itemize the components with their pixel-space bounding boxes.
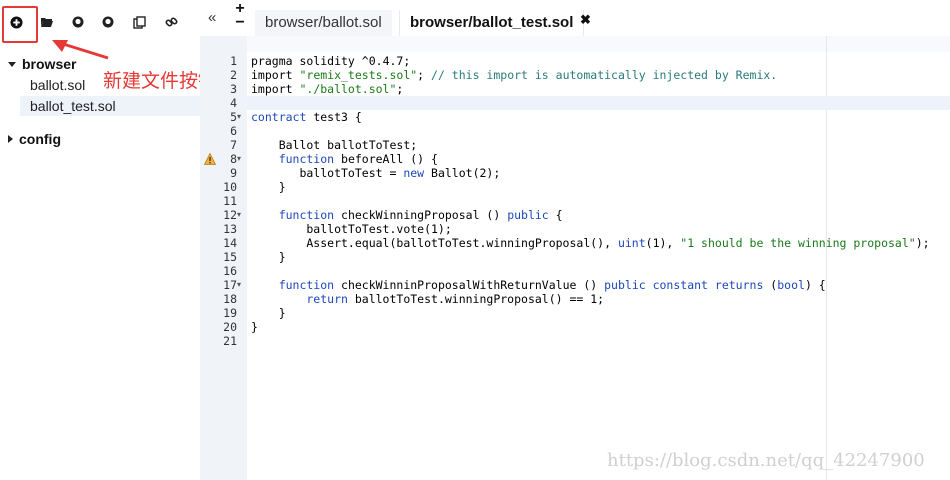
file-label: ballot_test.sol: [30, 98, 116, 114]
code-line: Ballot ballotToTest;: [251, 138, 418, 152]
fold-chevron-icon[interactable]: ▾: [237, 208, 245, 222]
github-icon: [102, 16, 114, 28]
line-number: 10: [223, 180, 237, 194]
current-line-highlight: [247, 96, 950, 110]
warning-icon[interactable]: [204, 153, 216, 165]
code-line: }: [251, 250, 286, 264]
code-line: Assert.equal(ballotToTest.winningProposa…: [251, 236, 930, 250]
code-editor[interactable]: pragma solidity ^0.4.7; import "remix_tes…: [247, 36, 950, 480]
code-line: }: [251, 180, 286, 194]
code-line: ballotToTest = new Ballot(2);: [251, 166, 501, 180]
fold-chevron-icon[interactable]: ▾: [237, 278, 245, 292]
font-size-controls: + −: [233, 1, 247, 31]
file-explorer-sidebar: 新建文件按钮 browser ballot.sol ballot_test.so…: [0, 0, 217, 480]
open-local-file-button[interactable]: [37, 12, 57, 32]
copy-icon: [132, 15, 146, 29]
copy-files-button[interactable]: [129, 12, 149, 32]
file-label: ballot.sol: [30, 77, 86, 93]
line-number: 14: [223, 236, 237, 250]
watermark: https://blog.csdn.net/qq_42247900: [607, 450, 925, 471]
line-number: 16: [223, 264, 237, 278]
collapse-panel-button[interactable]: «: [208, 9, 216, 26]
line-number: 7: [230, 138, 237, 152]
line-number: 9: [230, 166, 237, 180]
connect-localhost-button[interactable]: [161, 12, 181, 32]
line-number: 5: [230, 110, 237, 124]
editor-pane: « + − browser/ballot.sol browser/ballot_…: [200, 0, 950, 480]
tab-ballot-sol[interactable]: browser/ballot.sol: [255, 10, 392, 36]
line-number: 11: [223, 194, 237, 208]
line-number: 15: [223, 250, 237, 264]
code-line: contract test3 {: [251, 110, 362, 124]
code-line: function checkWinningProposal () public …: [251, 208, 563, 222]
line-number: 20: [223, 320, 237, 334]
line-number: 6: [230, 124, 237, 138]
code-line: pragma solidity ^0.4.7;: [251, 54, 411, 68]
folder-label: browser: [22, 56, 77, 72]
close-tab-icon[interactable]: ✖: [580, 12, 591, 28]
folder-label: config: [19, 131, 61, 147]
code-line: function checkWinninProposalWithReturnVa…: [251, 278, 826, 292]
code-line: }: [251, 306, 286, 320]
code-line: import "./ballot.sol";: [251, 82, 404, 96]
tree-file-ballot[interactable]: ballot.sol: [20, 75, 200, 95]
caret-right-icon: [8, 135, 13, 143]
code-line: ballotToTest.vote(1);: [251, 222, 452, 236]
update-gist-button[interactable]: [98, 12, 118, 32]
line-number: 18: [223, 292, 237, 306]
tree-folder-browser[interactable]: browser: [8, 56, 76, 72]
line-number: 3: [230, 82, 237, 96]
publish-gist-button[interactable]: [68, 12, 88, 32]
code-line: function beforeAll () {: [251, 152, 438, 166]
fold-chevron-icon[interactable]: ▾: [237, 152, 245, 166]
line-number: 19: [223, 306, 237, 320]
editor-tab-bar: « + − browser/ballot.sol browser/ballot_…: [200, 0, 950, 37]
line-number: 1: [230, 54, 237, 68]
tree-folder-config[interactable]: config: [8, 131, 61, 147]
line-number: 2: [230, 68, 237, 82]
code-line: return ballotToTest.winningProposal() ==…: [251, 292, 605, 306]
tree-file-ballot-test[interactable]: ballot_test.sol: [20, 96, 200, 116]
fold-chevron-icon[interactable]: ▾: [237, 110, 245, 124]
caret-down-icon: [8, 61, 16, 67]
code-line: }: [251, 320, 258, 334]
tab-ballot-test-sol[interactable]: browser/ballot_test.sol: [399, 10, 585, 36]
folder-open-icon: [41, 18, 53, 27]
line-number: 4: [230, 96, 237, 110]
annotation-highlight-box: [2, 6, 38, 43]
link-icon: [164, 16, 178, 27]
editor-top-strip: [247, 36, 950, 52]
decrease-font-button[interactable]: −: [233, 15, 247, 31]
line-number: 21: [223, 334, 237, 348]
code-line: import "remix_tests.sol"; // this import…: [251, 68, 778, 82]
line-number-gutter: 1 2 3 4 5 ▾ 6 7 8 ▾ 9 10 11 12 ▾ 13 14 15 16 17 ▾ 18 19 20 21: [200, 36, 247, 480]
line-number: 13: [223, 222, 237, 236]
github-icon: [72, 16, 84, 28]
line-number: 12: [223, 208, 237, 222]
line-number: 17: [223, 278, 237, 292]
